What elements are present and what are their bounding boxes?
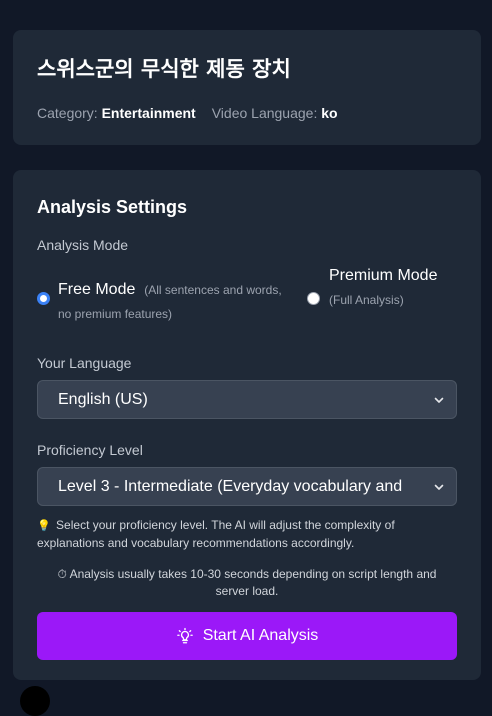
category-meta: Category: Entertainment [37, 105, 196, 121]
your-language-label: Your Language [37, 355, 132, 371]
premium-mode-radio[interactable] [307, 292, 320, 305]
language-select-value: English (US) [58, 390, 148, 408]
video-meta: Category: Entertainment Video Language: … [37, 105, 457, 121]
premium-mode-description: (Full Analysis) [329, 293, 404, 307]
proficiency-level-label: Proficiency Level [37, 442, 143, 458]
free-mode-name: Free Mode [58, 281, 136, 298]
settings-title: Analysis Settings [37, 197, 188, 217]
proficiency-select-value: Level 3 - Intermediate (Everyday vocabul… [58, 477, 403, 495]
start-analysis-button[interactable]: Start AI Analysis [37, 612, 457, 660]
chevron-down-icon [434, 397, 444, 403]
category-value: Entertainment [101, 105, 196, 121]
analysis-mode-label: Analysis Mode [37, 237, 129, 253]
analysis-settings-card: Analysis Settings Analysis Mode Free Mod… [13, 170, 481, 680]
proficiency-hint: 💡 Select your proficiency level. The AI … [37, 517, 457, 552]
analysis-duration-text: Analysis usually takes 10-30 seconds dep… [69, 567, 437, 598]
lightbulb-emoji-icon: 💡 [37, 520, 51, 532]
lightbulb-icon [176, 627, 193, 644]
free-mode-option[interactable]: Free Mode (All sentences and words, no p… [58, 278, 288, 326]
proficiency-select[interactable]: Level 3 - Intermediate (Everyday vocabul… [37, 467, 457, 506]
language-meta: Video Language: ko [212, 105, 338, 121]
stopwatch-icon: ⏱ [57, 567, 67, 581]
language-select[interactable]: English (US) [37, 380, 457, 419]
chevron-down-icon [434, 484, 444, 490]
video-info-card: 스위스군의 무식한 제동 장치 Category: Entertainment … [13, 30, 481, 145]
start-analysis-label: Start AI Analysis [202, 627, 319, 644]
proficiency-hint-text: Select your proficiency level. The AI wi… [37, 518, 395, 550]
category-label: Category: [37, 105, 98, 121]
video-language-value: ko [321, 105, 338, 121]
video-title: 스위스군의 무식한 제동 장치 [37, 57, 291, 81]
premium-mode-name: Premium Mode [329, 267, 438, 284]
video-language-label: Video Language: [211, 105, 318, 121]
free-mode-radio[interactable] [37, 292, 50, 305]
analysis-mode-group: Free Mode (All sentences and words, no p… [37, 264, 457, 334]
floating-action-circle[interactable] [20, 686, 50, 716]
premium-mode-option[interactable]: Premium Mode (Full Analysis) [329, 264, 459, 312]
analysis-duration-note: ⏱ Analysis usually takes 10-30 seconds d… [37, 566, 457, 600]
